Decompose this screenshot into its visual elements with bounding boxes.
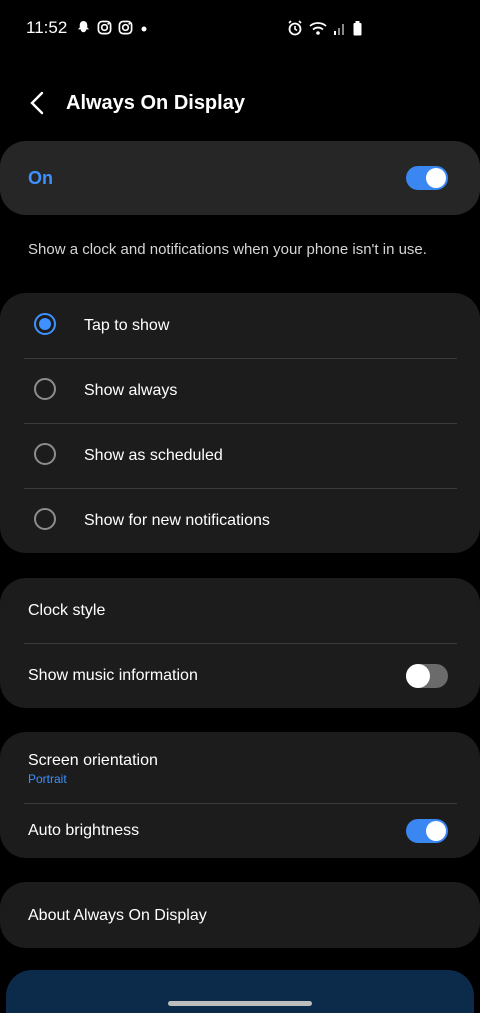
- about-label: About Always On Display: [28, 907, 207, 924]
- page-title: Always On Display: [66, 92, 245, 114]
- option-label: Tap to show: [84, 317, 170, 334]
- option-show-as-scheduled[interactable]: Show as scheduled: [0, 423, 480, 488]
- feature-description: Show a clock and notifications when your…: [28, 241, 427, 258]
- auto-brightness-toggle[interactable]: [406, 819, 448, 843]
- music-info-toggle[interactable]: [406, 664, 448, 688]
- radio-button[interactable]: [34, 313, 56, 335]
- dot-icon: [139, 21, 149, 39]
- music-info-row[interactable]: Show music information: [0, 643, 480, 708]
- ghost-icon: [76, 20, 91, 40]
- signal-icon: [333, 21, 347, 41]
- toggle-knob: [426, 168, 446, 188]
- status-left-icons: [76, 20, 149, 40]
- radio-button[interactable]: [34, 378, 56, 400]
- instagram-icon: [97, 20, 112, 40]
- auto-brightness-row[interactable]: Auto brightness: [0, 803, 480, 858]
- option-label: Show as scheduled: [84, 447, 223, 464]
- option-show-for-new-notifications[interactable]: Show for new notifications: [0, 488, 480, 553]
- option-label: Show always: [84, 382, 178, 399]
- chevron-left-icon: [29, 91, 45, 120]
- back-button[interactable]: [20, 88, 54, 122]
- about-row[interactable]: About Always On Display: [0, 882, 480, 948]
- display-mode-group: Tap to show Show always Show as schedule…: [0, 293, 480, 553]
- clock-style-label: Clock style: [28, 602, 106, 619]
- alarm-icon: [287, 20, 303, 41]
- option-show-always[interactable]: Show always: [0, 358, 480, 423]
- app-header: Always On Display: [0, 78, 480, 130]
- radio-button[interactable]: [34, 508, 56, 530]
- radio-button[interactable]: [34, 443, 56, 465]
- master-toggle[interactable]: [406, 166, 448, 190]
- bottom-preview-bar: [6, 970, 474, 1013]
- screen-orientation-label: Screen orientation: [28, 752, 158, 769]
- battery-icon: [353, 20, 362, 41]
- instagram-icon: [118, 20, 133, 40]
- status-right-icons: [287, 20, 362, 41]
- master-switch-row[interactable]: On: [0, 141, 480, 215]
- wifi-icon: [309, 21, 327, 41]
- screen-orientation-row[interactable]: Screen orientation Portrait: [0, 732, 480, 802]
- auto-brightness-label: Auto brightness: [28, 822, 140, 839]
- toggle-knob: [406, 664, 430, 688]
- master-switch-label: On: [28, 168, 53, 188]
- screen-orientation-value: Portrait: [28, 772, 67, 786]
- status-bar: 11:52: [0, 0, 480, 58]
- clock-style-row[interactable]: Clock style: [0, 578, 480, 643]
- orientation-settings-group: Screen orientation Portrait Auto brightn…: [0, 732, 480, 858]
- option-tap-to-show[interactable]: Tap to show: [0, 293, 480, 358]
- music-info-label: Show music information: [28, 667, 198, 684]
- toggle-knob: [426, 821, 446, 841]
- option-label: Show for new notifications: [84, 512, 270, 529]
- status-time: 11:52: [26, 18, 68, 37]
- clock-settings-group: Clock style Show music information: [0, 578, 480, 708]
- home-indicator[interactable]: [168, 1001, 312, 1006]
